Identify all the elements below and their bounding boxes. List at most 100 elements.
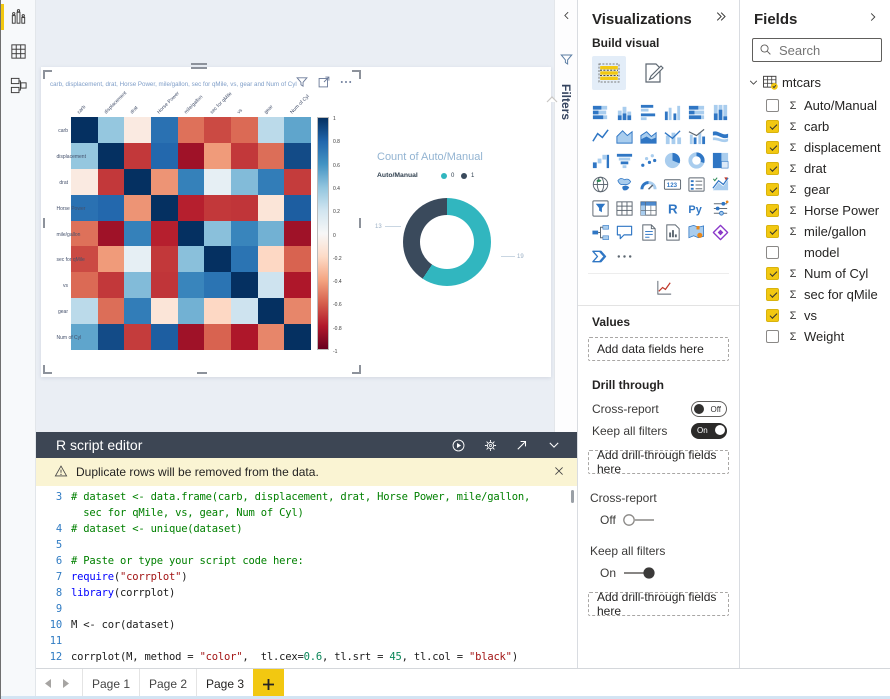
nav-data-view[interactable] [1, 34, 36, 68]
code-line[interactable]: 3# dataset <- data.frame(carb, displacem… [36, 489, 577, 505]
visual-table-icon[interactable] [612, 196, 636, 220]
checkbox-checked[interactable] [766, 225, 779, 238]
add-drill-through-fields-dropzone-expanded[interactable]: Add drill-through fields here [588, 592, 729, 616]
code-line[interactable]: 7require("corrplot") [36, 569, 577, 585]
visual-100-stacked-bar-chart-icon[interactable] [684, 100, 708, 124]
selection-handle-icon[interactable] [352, 365, 361, 374]
field-mile/gallon[interactable]: mile/gallon [740, 221, 890, 242]
keep-all-filters-toggle[interactable]: On [691, 423, 727, 439]
visual-waterfall-chart-icon[interactable] [588, 148, 612, 172]
visual-stacked-column-chart-icon[interactable] [612, 100, 636, 124]
visual-decomposition-tree-icon[interactable] [588, 220, 612, 244]
visual-donut-chart-icon[interactable] [684, 148, 708, 172]
donut-chart-visual[interactable]: Count of Auto/Manual Auto/Manual 01 13 1… [363, 139, 549, 339]
field-Auto/Manual[interactable]: Auto/Manual [740, 95, 890, 116]
new-page-button[interactable] [253, 669, 284, 699]
field-Horse Power[interactable]: Horse Power [740, 200, 890, 221]
checkbox-unchecked[interactable] [766, 246, 779, 259]
field-sec for qMile[interactable]: sec for qMile [740, 284, 890, 305]
focus-mode-icon[interactable] [315, 74, 333, 90]
donut-ring[interactable] [403, 198, 491, 286]
visual-area-chart-icon[interactable] [612, 124, 636, 148]
visual-python-visual-icon[interactable]: Py [684, 196, 708, 220]
code-line[interactable]: 12corrplot(M, method = "color", tl.cex=0… [36, 649, 577, 665]
checkbox-checked[interactable] [766, 120, 779, 133]
cross-report-toggle-expanded[interactable]: Off [578, 511, 739, 535]
prev-page-icon[interactable] [44, 675, 52, 693]
field-displacement[interactable]: displacement [740, 137, 890, 158]
scrollbar-thumb[interactable] [571, 490, 574, 503]
visual-more-visuals-icon[interactable] [612, 244, 636, 268]
field-Weight[interactable]: Weight [740, 326, 890, 347]
code-line[interactable]: sec for qMile, vs, gear, Num of Cyl) [36, 505, 577, 521]
checkbox-checked[interactable] [766, 183, 779, 196]
add-drill-through-fields-dropzone[interactable]: Add drill-through fields here [588, 450, 729, 474]
field-carb[interactable]: carb [740, 116, 890, 137]
nav-report-view[interactable] [1, 0, 36, 34]
visual-stacked-bar-chart-icon[interactable] [588, 100, 612, 124]
page-tab-1[interactable]: Page 1 [82, 669, 139, 699]
code-line[interactable]: 8library(corrplot) [36, 585, 577, 601]
code-line[interactable]: 5 [36, 537, 577, 553]
field-drat[interactable]: drat [740, 158, 890, 179]
visual-line-and-clustered-column-chart-icon[interactable] [684, 124, 708, 148]
checkbox-checked[interactable] [766, 162, 779, 175]
visual-map-icon[interactable] [588, 172, 612, 196]
keep-all-filters-toggle-expanded[interactable]: On [578, 564, 739, 588]
run-script-icon[interactable] [445, 435, 471, 455]
custom-line-visual-icon[interactable] [590, 278, 739, 297]
visual-matrix-icon[interactable] [636, 196, 660, 220]
drag-handle-icon[interactable] [191, 63, 207, 69]
field-gear[interactable]: gear [740, 179, 890, 200]
code-line[interactable]: 9 [36, 601, 577, 617]
checkbox-unchecked[interactable] [766, 330, 779, 343]
visual-r-script-visual-icon[interactable]: R [660, 196, 684, 220]
collapse-fields-pane-icon[interactable] [867, 10, 879, 28]
corrplot-visual[interactable]: carb, displacement, drat, Horse Power, m… [45, 72, 359, 372]
selection-handle-icon[interactable] [43, 365, 52, 374]
visual-kpi-icon[interactable] [708, 172, 732, 196]
checkbox-checked[interactable] [766, 204, 779, 217]
open-external-editor-icon[interactable] [509, 435, 535, 455]
field-vs[interactable]: vs [740, 305, 890, 326]
visual-100-stacked-column-chart-icon[interactable] [708, 100, 732, 124]
code-line[interactable]: 11 [36, 633, 577, 649]
field-model[interactable]: model [740, 242, 890, 263]
checkbox-checked[interactable] [766, 267, 779, 280]
visual-treemap-icon[interactable] [708, 148, 732, 172]
selection-handle-icon[interactable] [359, 218, 361, 228]
canvas-page[interactable]: carb, displacement, drat, Horse Power, m… [41, 67, 551, 377]
visual-clustered-column-chart-icon[interactable] [660, 100, 684, 124]
selection-handle-icon[interactable] [197, 372, 207, 374]
visual-line-and-stacked-column-chart-icon[interactable] [660, 124, 684, 148]
checkbox-unchecked[interactable] [766, 99, 779, 112]
visual-funnel-chart-icon[interactable] [612, 148, 636, 172]
visual-line-chart-icon[interactable] [588, 124, 612, 148]
code-line[interactable]: 6# Paste or type your script code here: [36, 553, 577, 569]
visual-smart-narrative-icon[interactable] [636, 220, 660, 244]
visual-power-automate-icon[interactable] [588, 244, 612, 268]
code-line[interactable]: 4# dataset <- unique(dataset) [36, 521, 577, 537]
nav-model-view[interactable] [1, 68, 36, 102]
expand-filters-icon[interactable] [561, 8, 572, 26]
cross-report-toggle[interactable]: Off [691, 401, 727, 417]
collapse-pane-icon[interactable] [714, 10, 727, 28]
visual-multi-row-card-icon[interactable] [684, 172, 708, 196]
r-code-editor[interactable]: 3# dataset <- data.frame(carb, displacem… [36, 486, 577, 668]
add-data-fields-dropzone[interactable]: Add data fields here [588, 337, 729, 361]
close-warning-icon[interactable] [553, 465, 565, 480]
next-page-icon[interactable] [62, 675, 70, 693]
page-tab-3[interactable]: Page 3 [196, 669, 253, 699]
page-tab-2[interactable]: Page 2 [139, 669, 196, 699]
table-mtcars[interactable]: mtcars [740, 72, 890, 95]
visual-slicer-icon[interactable] [588, 196, 612, 220]
checkbox-checked[interactable] [766, 141, 779, 154]
checkbox-checked[interactable] [766, 288, 779, 301]
more-options-icon[interactable] [337, 74, 355, 90]
script-options-gear-icon[interactable] [477, 435, 503, 455]
visual-stacked-area-chart-icon[interactable] [636, 124, 660, 148]
visual-pie-chart-icon[interactable] [660, 148, 684, 172]
visual-arcgis-map-icon[interactable] [684, 220, 708, 244]
visual-card-icon[interactable]: 123 [660, 172, 684, 196]
filters-pane-collapsed[interactable]: Filters [554, 0, 577, 432]
